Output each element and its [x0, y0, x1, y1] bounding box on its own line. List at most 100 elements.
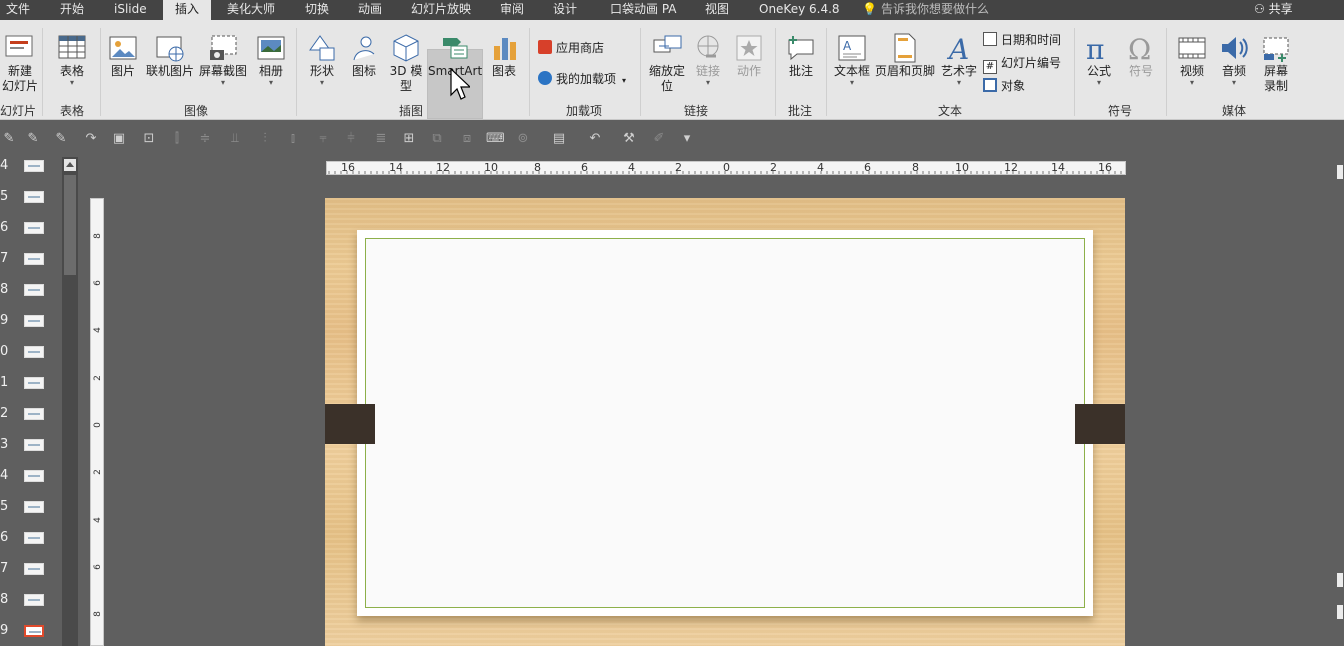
align-middle-icon[interactable]: ⫩	[342, 130, 360, 148]
eyedropper-icon[interactable]: ✎	[24, 130, 42, 148]
eyedropper-icon[interactable]: ✎	[52, 130, 70, 148]
format-painter-icon[interactable]: ⚒	[620, 130, 638, 148]
scrollbar-thumb[interactable]	[64, 175, 76, 275]
scroll-up-icon[interactable]	[64, 159, 76, 171]
arrange-icon[interactable]: ⧈	[458, 130, 476, 148]
thumbnail-image[interactable]	[24, 501, 44, 513]
thumbnail-item[interactable]: 1	[0, 374, 62, 394]
thumbnail-image[interactable]	[24, 315, 44, 327]
menu-pocket-animation[interactable]: 口袋动画 PA	[610, 0, 677, 20]
link-button[interactable]: 链接 ▾	[690, 28, 726, 100]
thumbnail-image[interactable]	[24, 160, 44, 172]
align-bottom-icon[interactable]: ⫫	[226, 130, 244, 148]
album-button[interactable]: 相册 ▾	[252, 28, 290, 100]
undo-icon[interactable]: ↶	[586, 130, 604, 148]
save-icon[interactable]: ▣	[110, 130, 128, 148]
thumbnail-item[interactable]: 5	[0, 498, 62, 518]
align-center-icon[interactable]: ≑	[196, 130, 214, 148]
vertical-ruler[interactable]: 8 6 4 2 0 2 4 6 8	[90, 198, 104, 646]
action-button[interactable]: 动作	[730, 28, 768, 100]
thumbnail-item[interactable]: 8	[0, 591, 62, 611]
zoom-button[interactable]: 缩放定 位	[645, 28, 689, 100]
picture-button[interactable]: 图片	[104, 28, 142, 100]
ungroup-icon[interactable]: ⧉	[428, 130, 446, 148]
thumbnail-item-selected[interactable]: 9	[0, 622, 62, 642]
thumbnail-item[interactable]: 4	[0, 467, 62, 487]
redo-icon[interactable]: ↷	[82, 130, 100, 148]
scrollbar-arrow[interactable]	[1337, 165, 1343, 179]
date-time-button[interactable]: 日期和时间	[983, 30, 1061, 50]
merge-shapes-icon[interactable]: ⊚	[514, 130, 532, 148]
header-footer-button[interactable]: 页眉和页脚	[874, 28, 936, 100]
menu-slideshow[interactable]: 幻灯片放映	[411, 0, 471, 20]
3d-model-button[interactable]: 3D 模 型	[386, 28, 426, 100]
thumbnail-image[interactable]	[24, 377, 44, 389]
thumbnail-image[interactable]	[24, 222, 44, 234]
screen-recording-button[interactable]: 屏幕 录制	[1257, 28, 1295, 100]
horizontal-ruler[interactable]: 16 14 12 10 8 6 4 2 0 2 4 6 8 10 12 14 1…	[326, 161, 1126, 175]
menu-animations[interactable]: 动画	[358, 0, 382, 20]
wordart-button[interactable]: A 艺术字 ▾	[940, 28, 978, 100]
menu-file[interactable]: 文件	[6, 0, 30, 20]
menu-onekey[interactable]: OneKey 6.4.8	[759, 0, 840, 20]
content-area[interactable]	[365, 238, 1085, 608]
thumbnail-image[interactable]	[24, 563, 44, 575]
menu-home[interactable]: 开始	[60, 0, 84, 20]
thumbnail-image[interactable]	[24, 594, 44, 606]
thumbnail-image[interactable]	[24, 284, 44, 296]
new-slide-button[interactable]: 新建 幻灯片	[0, 28, 40, 100]
slide-number-button[interactable]: # 幻灯片编号	[983, 53, 1061, 74]
thumbnail-item[interactable]: 7	[0, 250, 62, 270]
table-button[interactable]: 表格 ▾	[50, 28, 94, 100]
menu-insert[interactable]: 插入	[163, 0, 212, 20]
symbol-button[interactable]: Ω 符号	[1122, 28, 1160, 100]
align-left-icon[interactable]: ⫿	[168, 130, 186, 148]
menu-review[interactable]: 审阅	[500, 0, 524, 20]
share-button[interactable]: ⚇ 共享	[1254, 0, 1293, 20]
thumbnail-image[interactable]	[24, 408, 44, 420]
screenshot-button[interactable]: 屏幕截图 ▾	[197, 28, 249, 100]
thumbnail-item[interactable]: 6	[0, 219, 62, 239]
thumbnail-item[interactable]: 9	[0, 312, 62, 332]
keyboard-icon[interactable]: ⌨	[486, 130, 505, 148]
thumbnail-item[interactable]: 6	[0, 529, 62, 549]
menu-islide[interactable]: iSlide	[114, 0, 147, 20]
my-addins-button[interactable]: 我的加载项 ▾	[538, 69, 626, 89]
thumbnail-image[interactable]	[24, 470, 44, 482]
thumbnail-item[interactable]: 8	[0, 281, 62, 301]
thumbnail-image[interactable]	[24, 346, 44, 358]
menu-view[interactable]: 视图	[705, 0, 729, 20]
audio-button[interactable]: 音频 ▾	[1215, 28, 1253, 100]
object-button[interactable]: 对象	[983, 76, 1025, 96]
thumbnail-item[interactable]: 4	[0, 157, 62, 177]
thumbnail-item[interactable]: 3	[0, 436, 62, 456]
menu-meihua[interactable]: 美化大师	[227, 0, 275, 20]
thumbnail-scrollbar[interactable]	[62, 157, 78, 646]
video-button[interactable]: 视频 ▾	[1173, 28, 1211, 100]
app-store-button[interactable]: 应用商店	[538, 38, 604, 58]
thumbnail-item[interactable]: 0	[0, 343, 62, 363]
group-icon[interactable]: ⊞	[400, 130, 418, 148]
textbox-icon[interactable]: ▤	[550, 130, 568, 148]
align-top-icon[interactable]: ⫧	[314, 130, 332, 148]
menu-design[interactable]: 设计	[553, 0, 577, 20]
present-icon[interactable]: ⊡	[140, 130, 158, 148]
thumbnail-image-selected[interactable]	[24, 625, 44, 637]
thumbnail-image[interactable]	[24, 191, 44, 203]
tell-me-search[interactable]: 💡 告诉我你想要做什么	[862, 0, 989, 20]
menu-transitions[interactable]: 切换	[305, 0, 329, 20]
distribute-icon[interactable]: ⫾	[284, 130, 302, 148]
textbox-button[interactable]: A 文本框 ▾	[832, 28, 872, 100]
thumbnail-image[interactable]	[24, 253, 44, 265]
thumbnail-image[interactable]	[24, 439, 44, 451]
online-picture-button[interactable]: 联机图片	[144, 28, 196, 100]
comment-button[interactable]: 批注	[782, 28, 820, 100]
stack-icon[interactable]: ≣	[372, 130, 390, 148]
equation-button[interactable]: π 公式 ▾	[1080, 28, 1118, 100]
vertical-scrollbar[interactable]	[1336, 157, 1344, 646]
eyedropper-icon[interactable]: ✎	[0, 130, 18, 148]
align-right-icon[interactable]: ⫶	[256, 130, 274, 148]
brush-icon[interactable]: ✐	[650, 130, 668, 148]
scrollbar-arrow[interactable]	[1337, 605, 1343, 619]
thumbnail-item[interactable]: 2	[0, 405, 62, 425]
